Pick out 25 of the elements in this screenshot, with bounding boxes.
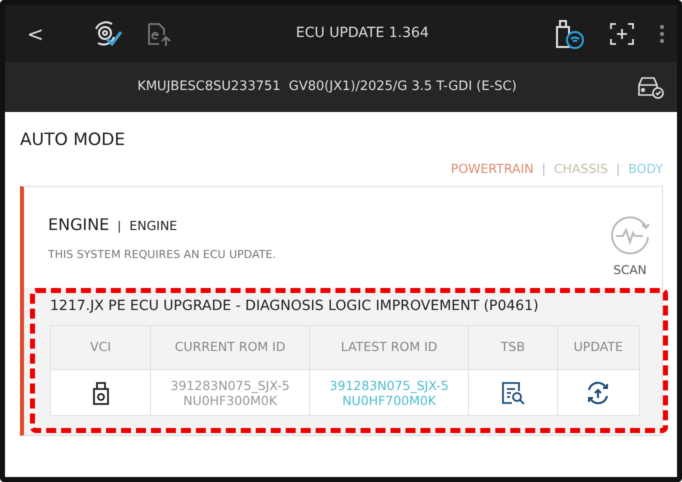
separator-text: | — [542, 160, 546, 178]
separator-text: | — [117, 218, 122, 236]
system-subname: ENGINE — [129, 217, 178, 236]
mode-title: AUTO MODE — [20, 129, 126, 152]
rom-id-text: 391283N075_SJX-5 NU0HF300M0K — [170, 378, 290, 408]
document-search-icon[interactable] — [500, 380, 526, 406]
category-link[interactable]: CHASSIS — [554, 160, 608, 178]
back-button[interactable]: < — [27, 18, 44, 48]
vin-text: KMUJBESC8SU233751 — [137, 79, 281, 94]
more-icon[interactable] — [659, 24, 665, 44]
column-header: VCI — [50, 326, 151, 370]
scan-button[interactable]: SCAN — [608, 205, 652, 286]
update-message: THIS SYSTEM REQUIRES AN ECU UPDATE. — [48, 247, 277, 264]
category-link[interactable]: POWERTRAIN — [450, 160, 534, 178]
vehicle-model-text: GV80(JX1)/2025/G 3.5 T-GDI (E-SC) — [288, 79, 517, 94]
vci-device-icon[interactable] — [90, 380, 111, 406]
category-link[interactable]: BODY — [628, 160, 663, 178]
screenshot-icon[interactable] — [609, 22, 635, 46]
car-check-icon[interactable] — [637, 74, 665, 100]
vci-wifi-icon[interactable] — [553, 18, 585, 48]
system-name: ENGINE — [48, 214, 110, 236]
rom-id-text: 391283N075_SJX-5 NU0HF700M0K — [330, 378, 449, 408]
screen-title: ECU UPDATE 1.364 — [294, 24, 430, 43]
update-title: 1217.JX PE ECU UPGRADE - DIAGNOSIS LOGIC IMPROVEMENT (P0461) — [50, 297, 540, 316]
separator-text: | — [616, 160, 620, 178]
